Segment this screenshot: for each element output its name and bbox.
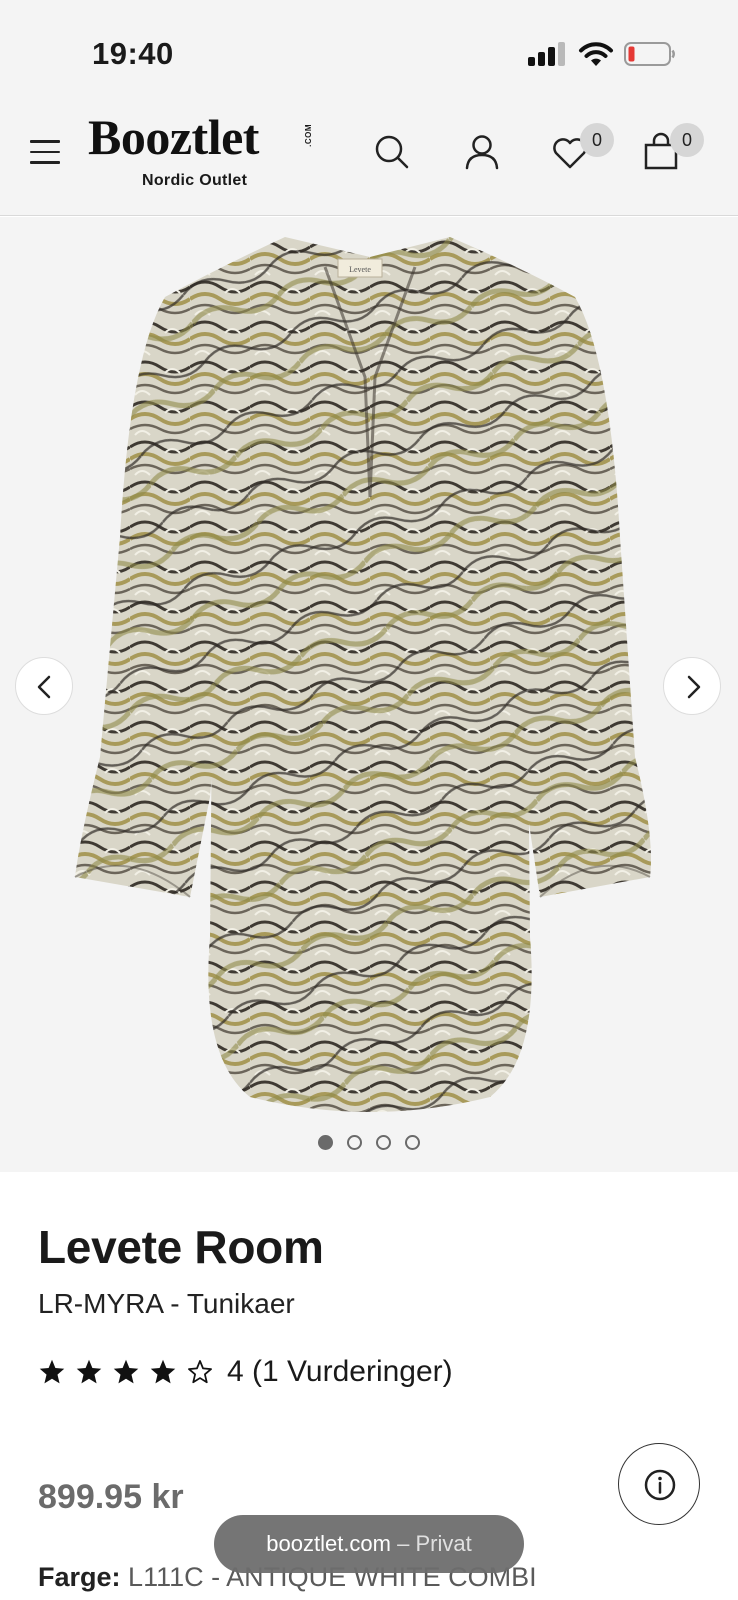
status-bar: 19:40 — [0, 0, 738, 100]
star-filled-icon — [150, 1359, 176, 1384]
account-icon[interactable] — [460, 130, 504, 174]
browser-url-pill[interactable]: booztlet.com – Privat — [214, 1515, 524, 1573]
site-header: Booztlet .COM Nordic Outlet 0 0 — [0, 100, 738, 216]
info-icon — [644, 1469, 676, 1501]
browser-domain: booztlet.com — [266, 1531, 391, 1556]
star-filled-icon — [113, 1359, 139, 1384]
chevron-right-icon — [687, 675, 701, 699]
gallery-dot[interactable] — [347, 1135, 362, 1150]
product-price: 899.95 kr — [38, 1478, 184, 1516]
logo-subtitle: Nordic Outlet — [142, 172, 248, 189]
cart-count-badge: 0 — [670, 123, 704, 157]
site-logo[interactable]: Booztlet .COM Nordic Outlet — [88, 110, 318, 190]
product-info-button[interactable] — [618, 1443, 700, 1525]
browser-private-label: – Privat — [397, 1531, 472, 1556]
rating-summary: 4 (1 Vurderinger) — [227, 1355, 453, 1388]
product-image: Levete — [74, 237, 651, 1112]
gallery-prev-button[interactable] — [15, 657, 73, 715]
wifi-icon — [579, 42, 613, 66]
battery-icon — [624, 42, 675, 66]
product-name: LR-MYRA - Tunikaer — [38, 1288, 295, 1319]
gallery-dot[interactable] — [318, 1135, 333, 1150]
star-empty-icon — [188, 1360, 212, 1384]
star-filled-icon — [39, 1359, 65, 1384]
product-image-gallery[interactable]: Levete — [0, 217, 738, 1172]
product-brand[interactable]: Levete Room — [38, 1220, 324, 1274]
hamburger-menu-icon[interactable] — [30, 140, 60, 166]
product-rating[interactable]: 4 (1 Vurderinger) — [38, 1352, 453, 1392]
color-label: Farge: — [38, 1562, 121, 1592]
wishlist-count-badge: 0 — [580, 123, 614, 157]
status-time: 19:40 — [92, 36, 174, 71]
gallery-pagination — [0, 1135, 738, 1155]
garment-label: Levete — [349, 265, 371, 274]
logo-wordmark: Booztlet — [88, 109, 259, 165]
gallery-dot[interactable] — [376, 1135, 391, 1150]
gallery-next-button[interactable] — [663, 657, 721, 715]
chevron-left-icon — [37, 675, 51, 699]
star-filled-icon — [76, 1359, 102, 1384]
cellular-signal-icon — [528, 42, 566, 66]
logo-com: .COM — [304, 124, 313, 147]
search-icon[interactable] — [370, 130, 414, 174]
gallery-dot[interactable] — [405, 1135, 420, 1150]
